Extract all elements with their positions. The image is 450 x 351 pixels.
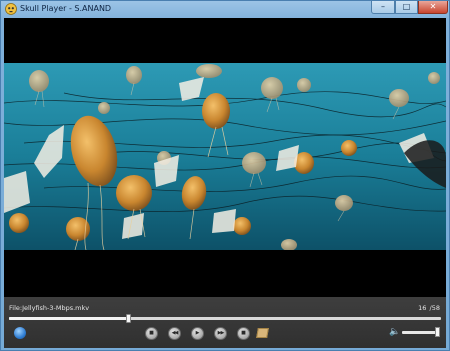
title-bar[interactable]: Skull Player - S.ANAND – □ ✕ [1, 1, 449, 18]
seek-progress [9, 317, 129, 320]
total-time: /58 [429, 304, 440, 312]
video-frame [4, 63, 446, 250]
current-time: 16 [418, 304, 427, 312]
player-logo-button[interactable] [14, 327, 26, 339]
playlist-button[interactable] [256, 328, 269, 338]
window-title: Skull Player - S.ANAND [20, 4, 112, 13]
volume-slider[interactable] [402, 327, 441, 337]
speaker-icon[interactable]: 🔈 [389, 327, 400, 337]
file-name-label: File:Jellyfish-3-Mbps.mkv [9, 304, 90, 312]
minimize-button[interactable]: – [371, 1, 395, 14]
maximize-button[interactable]: □ [395, 1, 418, 14]
play-button[interactable]: ▶ [191, 327, 204, 340]
player-window: Skull Player - S.ANAND – □ ✕ File:Jellyf… [0, 0, 450, 351]
time-display: 16 /58 [417, 304, 440, 312]
video-display[interactable] [4, 18, 446, 297]
player-client-area: File:Jellyfish-3-Mbps.mkv 16 /58 ■ ◀◀ ▶ … [4, 18, 446, 348]
volume-handle[interactable] [435, 327, 441, 337]
next-button[interactable]: ▶▶ [214, 327, 227, 340]
close-button[interactable]: ✕ [418, 1, 448, 14]
stop-button[interactable]: ■ [145, 327, 158, 340]
seek-handle[interactable] [126, 314, 132, 323]
skull-app-icon [5, 3, 17, 15]
seek-bar[interactable] [9, 314, 441, 323]
previous-button[interactable]: ◀◀ [168, 327, 181, 340]
end-button[interactable]: ■ [237, 327, 250, 340]
control-panel: File:Jellyfish-3-Mbps.mkv 16 /58 ■ ◀◀ ▶ … [4, 297, 446, 348]
